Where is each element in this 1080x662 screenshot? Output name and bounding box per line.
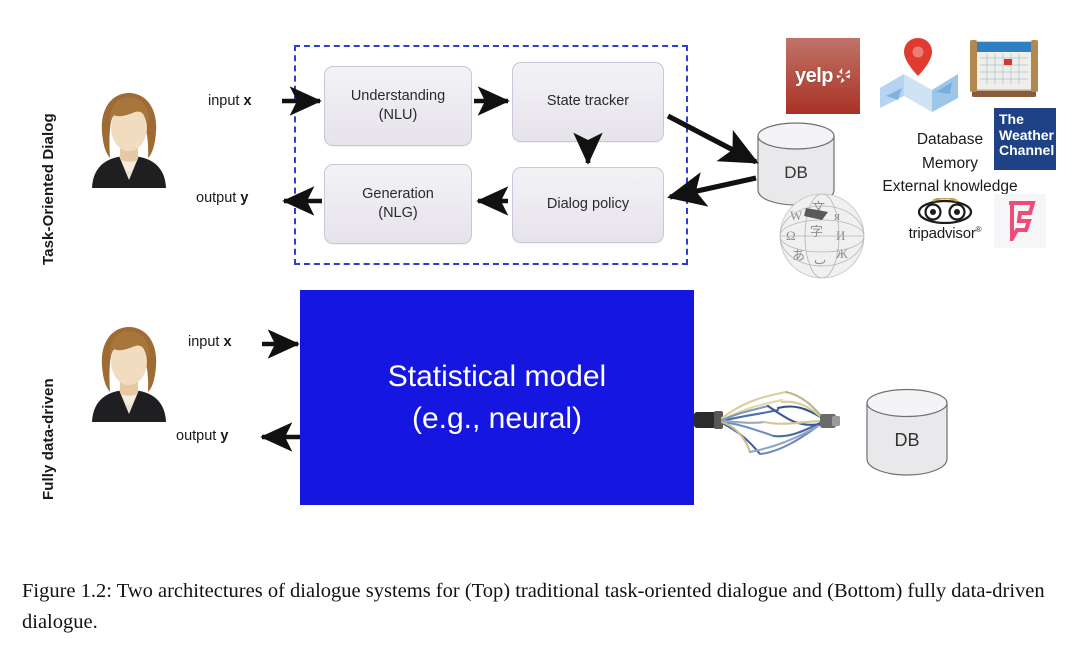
output-symbol: y (220, 428, 229, 444)
module-label-line1: Generation (362, 185, 434, 202)
yelp-logo-icon: yelp (786, 38, 860, 114)
tripadvisor-logo-icon: tripadvisor® (896, 198, 994, 250)
output-label-text: output (196, 190, 241, 206)
user-avatar-icon (86, 88, 172, 188)
svg-text:字: 字 (810, 224, 823, 239)
model-label-line2: (e.g., neural) (411, 401, 583, 435)
database-cylinder-bottom: DB (862, 386, 952, 483)
input-label-top: input x (208, 93, 252, 109)
module-label-line1: Dialog policy (546, 196, 630, 213)
module-box-understanding[interactable]: Understanding (NLU) (324, 66, 472, 146)
db-label: DB (784, 163, 808, 182)
figure-container: Task-Oriented Dialog Fully data-driven i… (0, 0, 1080, 662)
weather-line1: The (999, 111, 1024, 127)
db-label: DB (894, 430, 919, 450)
input-symbol: x (223, 334, 232, 350)
output-symbol: y (240, 190, 249, 206)
input-label-text: input (188, 334, 224, 350)
module-label-line1: Understanding (350, 87, 446, 104)
row-label-task-oriented: Task-Oriented Dialog (40, 113, 57, 265)
row-label-fully-data-driven: Fully data-driven (40, 378, 57, 500)
weather-line2: Weather (999, 126, 1054, 143)
model-label-line1: Statistical model (387, 359, 607, 393)
svg-text:Ω: Ω (786, 228, 796, 243)
output-label-bottom: output y (176, 428, 228, 444)
input-symbol: x (243, 93, 252, 109)
user-avatar-icon (86, 322, 172, 422)
module-box-generation[interactable]: Generation (NLG) (324, 164, 472, 244)
figure-caption: Figure 1.2: Two architectures of dialogu… (22, 580, 1045, 634)
wikipedia-logo-icon: W 文 я Ω 字 И あ ب Ж (776, 190, 868, 282)
module-label-line2: (NLU) (378, 107, 418, 123)
maps-logo-icon (876, 34, 962, 112)
module-label-line2: (NLG) (378, 205, 418, 221)
output-label-top: output y (196, 190, 248, 206)
weather-channel-logo-icon: The Weather Channel (994, 108, 1056, 170)
input-label-text: input (208, 93, 244, 109)
tripadvisor-owl-icon (917, 198, 973, 224)
yelp-logo-text: yelp (794, 64, 834, 87)
yelp-burst-icon (836, 68, 851, 84)
weather-line3: Channel (999, 142, 1055, 159)
input-label-bottom: input x (188, 334, 232, 350)
svg-text:ب: ب (814, 252, 826, 267)
output-label-text: output (176, 428, 221, 444)
calendar-logo-icon (968, 36, 1040, 102)
statistical-model-box[interactable]: Statistical model (e.g., neural) (300, 290, 694, 505)
network-cable-icon (694, 378, 870, 466)
module-label-line1: State tracker (546, 93, 630, 110)
module-box-dialog-policy[interactable]: Dialog policy (512, 167, 664, 243)
svg-text:И: И (836, 228, 845, 243)
foursquare-logo-icon (994, 194, 1046, 248)
module-box-state-tracker[interactable]: State tracker (512, 62, 664, 142)
tripadvisor-logo-text: tripadvisor® (908, 225, 982, 242)
